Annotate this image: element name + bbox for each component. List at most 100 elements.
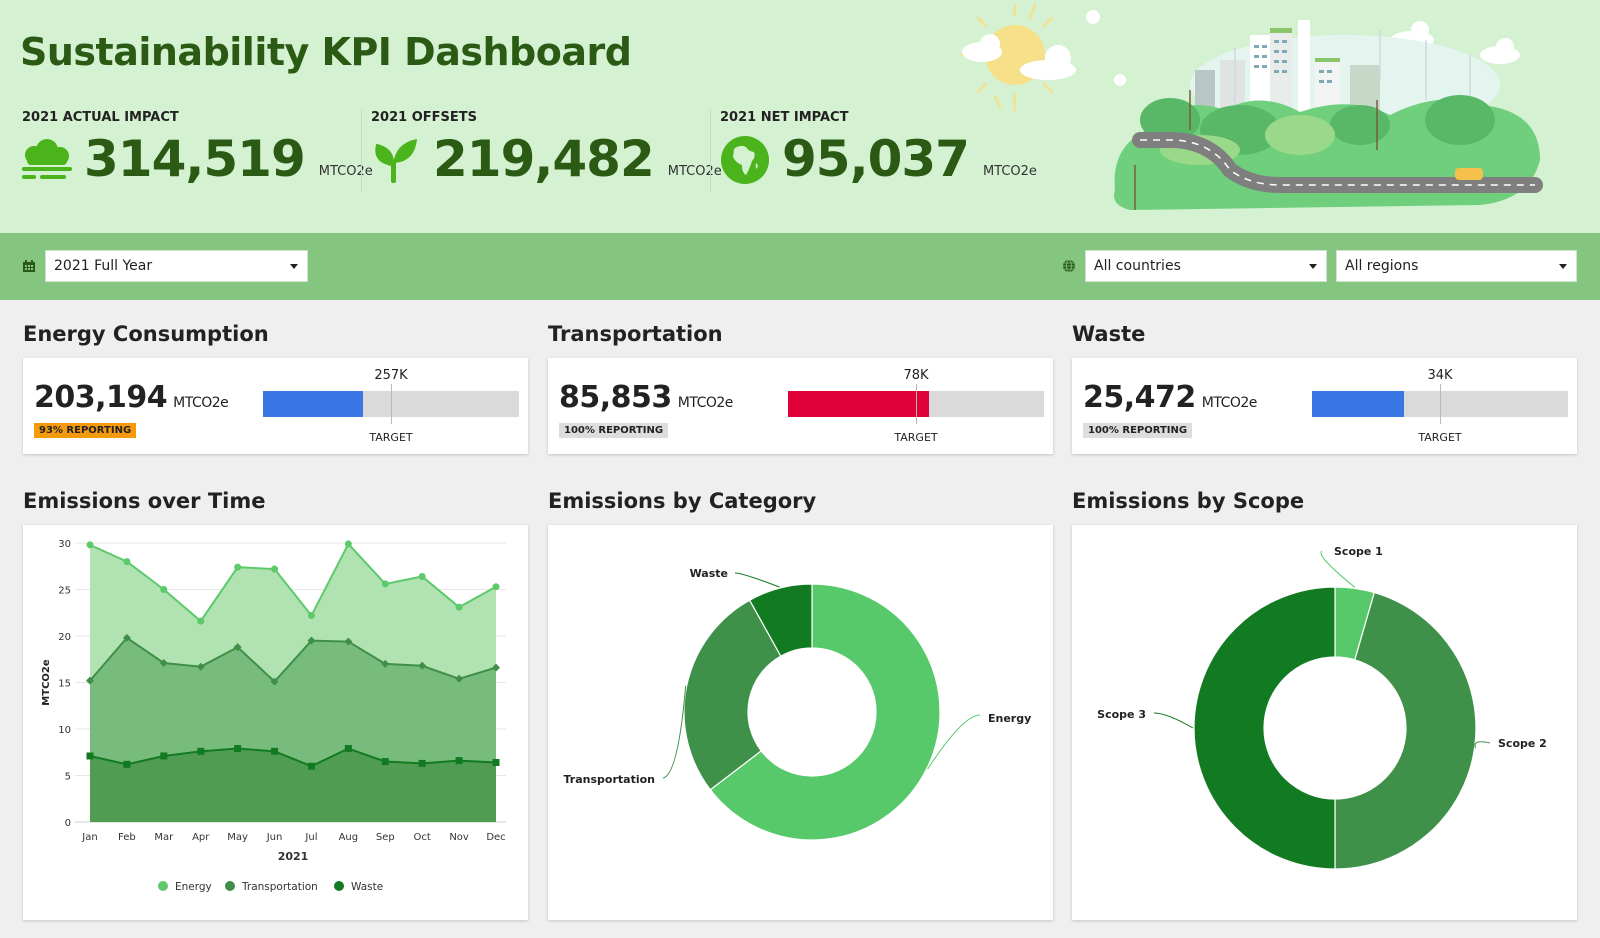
y-axis-label: MTCO2e — [41, 659, 52, 706]
region-select-value: All regions — [1345, 258, 1419, 274]
chart-title-scope: Emissions by Scope — [1072, 489, 1305, 513]
target-value: 78K — [903, 368, 929, 383]
page-title: Sustainability KPI Dashboard — [20, 30, 632, 74]
label-connector — [662, 685, 687, 779]
slice-scope-3 — [1193, 586, 1336, 870]
slice-label: Scope 1 — [1334, 545, 1383, 558]
progress-fill — [788, 391, 929, 417]
kpi-card-energy: 203,194 MTCO2e 93% REPORTING 257K TARGET — [23, 358, 528, 454]
x-tick-label: Feb — [118, 832, 136, 843]
emissions-over-time-chart: 0 5 10 15 20 25 30 Jan Feb Mar Apr May Jun Jul Aug Sep O… — [41, 539, 506, 893]
x-tick-label: Dec — [486, 832, 505, 843]
chart-title-category: Emissions by Category — [548, 489, 817, 513]
label-connector — [1153, 712, 1194, 729]
data-point — [123, 558, 131, 566]
x-tick-label: Oct — [414, 832, 431, 843]
slice-label: Energy — [988, 712, 1031, 725]
label-connector — [1474, 741, 1491, 749]
data-point — [307, 612, 315, 620]
kpi-card-unit: MTCO2e — [677, 395, 734, 411]
target-label: TARGET — [1418, 431, 1462, 444]
kpi-card-value: 85,853 — [559, 380, 672, 415]
kpi-value: 314,519 — [84, 130, 306, 188]
target-marker — [1440, 384, 1441, 424]
kpi-unit: MTCO2e — [318, 164, 373, 179]
y-tick-label: 30 — [58, 539, 71, 550]
x-axis-label: 2021 — [278, 850, 309, 863]
data-point — [381, 758, 389, 766]
data-point — [160, 586, 168, 593]
emissions-by-category-chart: Energy Transportation Waste — [564, 567, 1031, 841]
period-select[interactable]: 2021 Full Year — [45, 250, 308, 282]
data-point — [455, 603, 463, 611]
data-point — [234, 745, 242, 753]
data-point — [344, 745, 352, 753]
x-tick-label: May — [227, 832, 248, 843]
legend-marker-energy — [158, 881, 168, 891]
data-point — [197, 617, 205, 625]
legend-label-transportation: Transportation — [241, 881, 318, 893]
data-point — [86, 752, 94, 760]
data-point — [271, 565, 279, 573]
x-tick-label: Nov — [449, 832, 469, 843]
x-tick-label: Aug — [339, 832, 359, 843]
y-tick-label: 25 — [58, 586, 71, 597]
region-select[interactable]: All regions — [1336, 250, 1577, 282]
target-marker — [916, 384, 917, 424]
emissions-by-scope-card: Scope 1 Scope 2 Scope 3 — [1072, 525, 1577, 920]
filter-bar: 2021 Full Year All countries All regions — [0, 233, 1600, 300]
y-tick-label: 20 — [58, 632, 71, 643]
legend-marker-waste — [334, 881, 344, 891]
city-landscape-illustration — [960, 3, 1543, 210]
section-title-energy: Energy Consumption — [23, 322, 269, 346]
target-marker — [391, 384, 392, 424]
emissions-by-category-card: Energy Transportation Waste — [548, 525, 1053, 920]
car-icon — [1455, 168, 1483, 180]
kpi-card-transportation: 85,853 MTCO2e 100% REPORTING 78K TARGET — [548, 358, 1053, 454]
chevron-down-icon — [1559, 264, 1567, 269]
x-tick-label: Sep — [376, 832, 395, 843]
data-point — [344, 540, 352, 548]
kpi-card-value: 25,472 — [1083, 380, 1196, 415]
data-point — [160, 752, 168, 760]
kpi-card-value: 203,194 — [34, 380, 168, 415]
kpi-unit: MTCO2e — [667, 164, 722, 179]
data-point — [271, 747, 279, 755]
data-point — [123, 760, 131, 768]
slice-label: Waste — [690, 567, 728, 580]
kpi-offsets: 2021 OFFSETS 219,482 MTCO2e — [371, 110, 722, 195]
header-banner: Sustainability KPI Dashboard 2021 ACTUAL… — [0, 0, 1600, 233]
label-connector — [734, 572, 780, 588]
y-tick-label: 10 — [58, 725, 71, 736]
period-select-value: 2021 Full Year — [54, 258, 153, 274]
country-select[interactable]: All countries — [1085, 250, 1327, 282]
y-tick-label: 5 — [65, 772, 71, 783]
kpi-label: 2021 ACTUAL IMPACT — [22, 110, 179, 125]
x-tick-label: Jan — [81, 832, 97, 843]
chevron-down-icon — [1309, 264, 1317, 269]
emissions-by-scope-chart: Scope 1 Scope 2 Scope 3 — [1097, 545, 1547, 870]
data-point — [86, 541, 94, 549]
slice-label: Transportation — [564, 773, 655, 786]
country-select-value: All countries — [1094, 258, 1181, 274]
reporting-badge: 93% REPORTING — [34, 423, 137, 438]
calendar-icon — [23, 260, 35, 272]
data-point — [234, 563, 242, 571]
x-tick-label: Apr — [192, 832, 210, 843]
x-tick-label: Jun — [266, 832, 283, 843]
data-point — [492, 758, 500, 766]
data-point — [381, 580, 389, 588]
target-value: 257K — [374, 368, 408, 383]
progress-fill — [263, 391, 363, 417]
legend-label-energy: Energy — [175, 881, 212, 893]
section-title-waste: Waste — [1072, 322, 1146, 346]
reporting-badge: 100% REPORTING — [559, 423, 669, 438]
target-value: 34K — [1427, 368, 1453, 383]
slice-label: Scope 3 — [1097, 708, 1146, 721]
globe-africa-icon — [721, 136, 769, 184]
legend-marker-transportation — [225, 881, 235, 891]
section-title-transportation: Transportation — [548, 322, 723, 346]
data-point — [492, 583, 500, 591]
chart-title-time: Emissions over Time — [23, 489, 266, 513]
progress-fill — [1312, 391, 1405, 417]
